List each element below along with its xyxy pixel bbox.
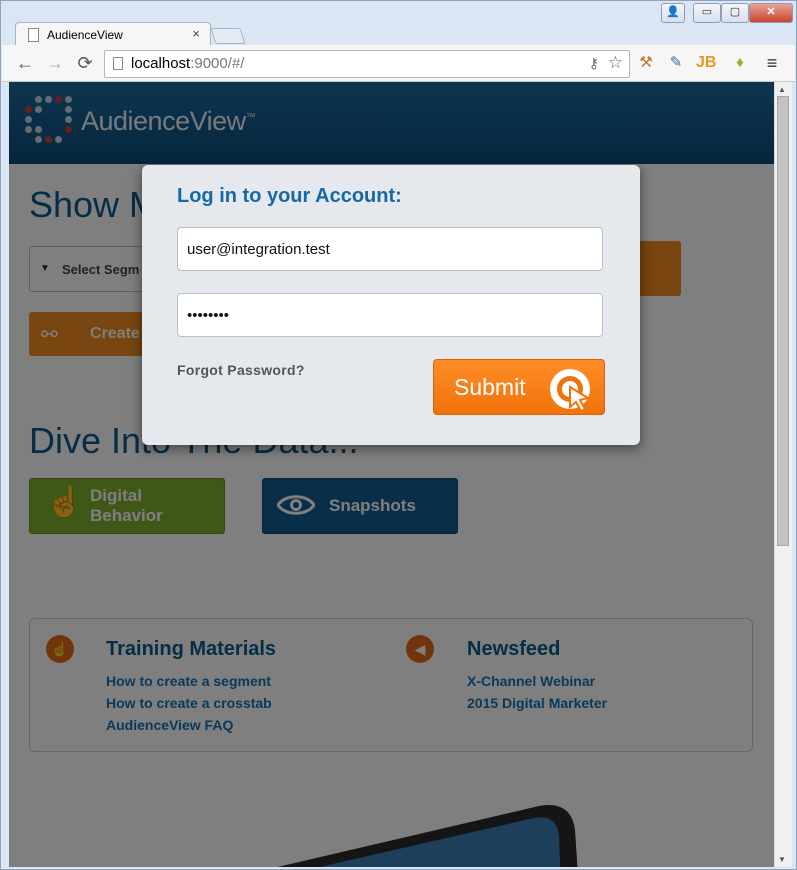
scroll-down-icon[interactable]: ▼ [778,855,786,864]
profile-icon[interactable]: 👤 [661,3,685,23]
jb-extension-icon[interactable]: JB [696,53,716,73]
minimize-button[interactable]: ▭ [693,3,721,23]
browser-window: AudienceView × 👤 ▭ ▢ ✕ ← → ⟳ localhost:9… [0,0,797,870]
page-icon [28,28,39,42]
page-scrollbar[interactable]: ▲ ▼ [774,82,792,867]
reload-icon[interactable]: ⟳ [74,53,96,74]
menu-icon[interactable]: ≡ [762,53,782,73]
forgot-password-link[interactable]: Forgot Password? [177,362,305,378]
cursor-target-icon [550,369,591,413]
tab-close-icon[interactable]: × [192,26,200,41]
scrollbar-thumb[interactable] [777,96,789,546]
bookmark-star-icon[interactable]: ☆ [608,53,623,73]
back-icon[interactable]: ← [14,53,36,74]
key-icon[interactable]: ⚷ [589,55,599,72]
submit-label: Submit [454,374,526,400]
url-host: localhost [131,55,191,72]
close-window-button[interactable]: ✕ [749,3,793,23]
password-field[interactable] [177,293,603,337]
login-modal: Log in to your Account: Forgot Password?… [142,165,640,445]
tab-strip: AudienceView × 👤 ▭ ▢ ✕ [1,1,797,47]
eyedropper-extension-icon[interactable]: ✎ [666,53,686,73]
hammer-extension-icon[interactable]: ⚒ [636,53,656,73]
login-title: Log in to your Account: [177,185,402,207]
android-extension-icon[interactable]: ♦ [730,53,750,73]
page-icon [113,57,123,70]
maximize-button[interactable]: ▢ [721,3,749,23]
email-field[interactable] [177,227,603,271]
browser-toolbar: ← → ⟳ localhost:9000/#/ ⚷ ☆ ⚒ ✎ JB ♦ ≡ [2,45,795,82]
address-bar[interactable]: localhost:9000/#/ ⚷ ☆ [104,50,630,78]
url-text: localhost:9000/#/ [131,55,244,72]
submit-button[interactable]: Submit [433,359,605,415]
new-tab-button[interactable] [210,28,246,44]
url-path: :9000/#/ [190,55,245,72]
scroll-up-icon[interactable]: ▲ [778,85,786,94]
browser-tab[interactable]: AudienceView × [15,22,211,47]
tab-title: AudienceView [47,28,123,42]
forward-icon[interactable]: → [44,53,66,74]
page-viewport: AudienceView™ Show M ▼ Select Segm ⚯ Cre… [9,82,774,867]
